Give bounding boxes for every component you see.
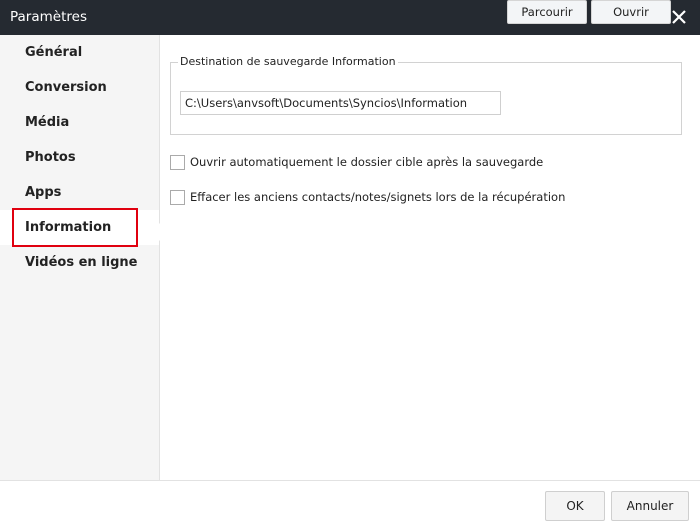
sidebar-item-general[interactable]: Général: [0, 35, 159, 70]
sidebar-item-information[interactable]: Information: [0, 210, 159, 245]
ok-button[interactable]: OK: [545, 491, 605, 521]
clear-old-label: Effacer les anciens contacts/notes/signe…: [190, 190, 566, 204]
sidebar-item-media[interactable]: Média: [0, 105, 159, 140]
clear-old-checkbox[interactable]: [170, 190, 185, 205]
path-input[interactable]: C:\Users\anvsoft\Documents\Syncios\Infor…: [180, 91, 501, 115]
browse-button[interactable]: Parcourir: [507, 0, 587, 24]
sidebar-item-conversion[interactable]: Conversion: [0, 70, 159, 105]
cancel-button[interactable]: Annuler: [611, 491, 689, 521]
auto-open-checkbox[interactable]: [170, 155, 185, 170]
selection-notch: [151, 223, 160, 241]
open-button[interactable]: Ouvrir: [591, 0, 671, 24]
sidebar: Général Conversion Média Photos Apps Inf…: [0, 35, 160, 480]
sidebar-item-photos[interactable]: Photos: [0, 140, 159, 175]
sidebar-item-videos-en-ligne[interactable]: Vidéos en ligne: [0, 245, 159, 280]
footer: OK Annuler: [0, 480, 700, 530]
group-title: Destination de sauvegarde Information: [178, 55, 398, 68]
close-icon[interactable]: [668, 6, 690, 28]
auto-open-label: Ouvrir automatiquement le dossier cible …: [190, 155, 544, 169]
sidebar-item-apps[interactable]: Apps: [0, 175, 159, 210]
window-title: Paramètres: [10, 9, 87, 25]
